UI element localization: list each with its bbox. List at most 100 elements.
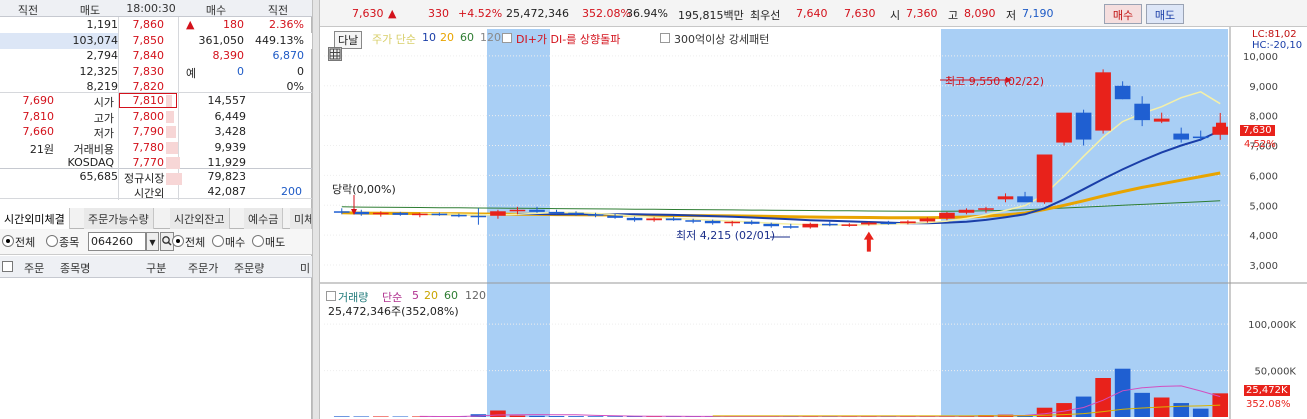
radio-sell[interactable] <box>252 235 264 247</box>
depth-bar <box>166 95 172 107</box>
ticker-best-label: 최우선 <box>750 9 781 22</box>
col-unfilled[interactable]: 미 <box>300 260 310 276</box>
candle-body <box>451 214 467 217</box>
panel-splitter[interactable] <box>312 0 320 419</box>
bid-qty: 361,050 <box>198 33 245 47</box>
vol-ma60-label: 60 <box>444 289 458 302</box>
tab-unfilled[interactable]: 미체 <box>290 208 312 229</box>
candle-body <box>841 224 858 226</box>
candle-body <box>880 222 897 225</box>
radio-stock[interactable] <box>46 235 58 247</box>
y-tick-label: 8,000 <box>1249 112 1278 123</box>
candle-body <box>392 212 409 215</box>
radio-all[interactable] <box>2 235 14 247</box>
ma60-label: 60 <box>460 31 474 44</box>
volume-bar <box>1192 408 1209 417</box>
di-checkbox[interactable] <box>502 33 512 43</box>
candle-body <box>724 221 741 224</box>
grid-line <box>0 92 312 93</box>
col-order[interactable]: 주문 <box>24 260 44 276</box>
volume-value: 25,472,346주(352,08%) <box>328 305 459 318</box>
sell-button[interactable]: 매도 <box>1146 4 1184 24</box>
buy-button[interactable]: 매수 <box>1104 4 1142 24</box>
ask-row[interactable]: 103,074 7,850 361,050 449.13% <box>0 32 312 49</box>
volume-checkbox[interactable] <box>326 291 336 301</box>
ask-price: 7,840 <box>132 49 165 62</box>
low-annotation: 최저 4,215 (02/01) <box>676 229 776 242</box>
radio-buy[interactable] <box>212 235 224 247</box>
depth-bar <box>166 141 178 154</box>
bid-total: 79,823 <box>207 170 247 183</box>
ask-price: 7,850 <box>132 33 165 47</box>
grid-table-icon[interactable] <box>328 47 342 61</box>
candle-body <box>509 209 526 212</box>
y-tick-label: 4,000 <box>1249 231 1278 242</box>
volume-bar <box>353 416 370 417</box>
bid-qty: 0 <box>237 64 244 78</box>
col-price[interactable]: 주문가 <box>188 260 218 276</box>
ma20-label: 20 <box>440 31 454 44</box>
tab-deposit[interactable]: 예수금 <box>244 208 284 229</box>
y-tick-label: 9,000 <box>1249 82 1278 93</box>
bid-qty: 3,428 <box>214 125 247 138</box>
ticker-open-label: 시 <box>890 9 901 22</box>
volume-last-tag: 25,472K <box>1244 385 1290 396</box>
volume-bar <box>509 415 526 417</box>
code-dropdown-icon[interactable]: ▼ <box>146 232 159 251</box>
quote-ticker: 7,630 ▲ 330 +4.52% 25,472,346 352.08% 36… <box>320 0 1307 27</box>
col-qty[interactable]: 주문량 <box>234 260 264 276</box>
candle-body <box>861 222 877 225</box>
ask-qty: 1,191 <box>86 18 119 31</box>
header-prev: 직전 <box>17 4 39 17</box>
candle-body <box>782 226 799 228</box>
candle-body <box>431 213 448 216</box>
ticker-vol-ratio: 352.08% <box>582 7 631 20</box>
stock-chart[interactable]: 3,000 4,000 5,000 6,000 7,000 8,000 9,000 10,00… <box>320 27 1307 419</box>
bid-qty: 6,449 <box>214 109 247 123</box>
volume-bar <box>333 416 350 417</box>
ask-row[interactable]: 12,325 7,830 예 0 0 <box>0 64 312 80</box>
highlight-band <box>487 29 550 417</box>
di-signal-label: DI+가 DI-를 상향돌파 <box>516 33 621 46</box>
bid-price: 7,780 <box>132 140 165 154</box>
bid-row[interactable]: 7,660 저가 7,790 3,428 <box>0 124 312 140</box>
chart-canvas[interactable]: 3,0004,0005,0006,0007,0008,0009,00010,00… <box>320 27 1307 419</box>
tab-orderable-qty[interactable]: 주문가능수량 <box>84 208 154 229</box>
prev-value: 6,870 <box>272 49 305 62</box>
volume-bar <box>372 416 389 417</box>
radio-sell-label: 매도 <box>265 236 286 249</box>
select-all-checkbox[interactable] <box>2 261 13 272</box>
candle-body <box>412 213 428 216</box>
code-input[interactable]: 064260 <box>88 232 146 251</box>
candle-body <box>958 209 975 213</box>
order-table-header: 주문 종목명 구분 주문가 주문량 미 <box>0 256 312 278</box>
ask-row[interactable]: 2,794 7,840 8,390 6,870 <box>0 48 312 64</box>
grid-line <box>0 198 312 199</box>
bid-row[interactable]: 21원 거래비용 7,780 9,939 <box>0 140 312 156</box>
volume-bar <box>587 416 604 417</box>
col-name[interactable]: 종목명 <box>60 260 90 276</box>
summary-row[interactable]: 65,685 정규시장 79,823 <box>0 168 312 185</box>
volume-bar <box>1173 403 1190 417</box>
col-type[interactable]: 구분 <box>146 260 166 276</box>
prev-value: 2.36% <box>269 18 304 31</box>
ticker-high: 8,090 <box>964 7 996 20</box>
bid-row[interactable]: 7,810 고가 7,800 6,449 <box>0 109 312 125</box>
candle-body <box>1036 154 1053 203</box>
bid-left-value: 7,660 <box>22 125 55 138</box>
candle-body <box>470 215 487 218</box>
candle-body <box>548 211 565 214</box>
tab-after-hours-unfilled[interactable]: 시간외미체결 <box>0 208 70 229</box>
candle-body <box>1075 112 1092 140</box>
tab-after-hours-balance[interactable]: 시간외잔고 <box>170 208 230 229</box>
bid-left-value: 7,810 <box>22 109 55 123</box>
header-prev2: 직전 <box>267 4 289 17</box>
candle-body <box>939 212 955 219</box>
orderbook-panel: 직전 매도 18:00:30 매수 직전 1,191 7,860 ▲ 180 2.36%… <box>0 0 312 419</box>
ask-row[interactable]: 1,191 7,860 ▲ 180 2.36% <box>0 17 312 33</box>
pattern-checkbox[interactable] <box>660 33 670 43</box>
header-ask: 매도 <box>79 4 101 17</box>
radio-all2[interactable] <box>172 235 184 247</box>
radio-buy-label: 매수 <box>225 236 246 249</box>
ticker-amount: 195,815백만 <box>678 9 744 22</box>
